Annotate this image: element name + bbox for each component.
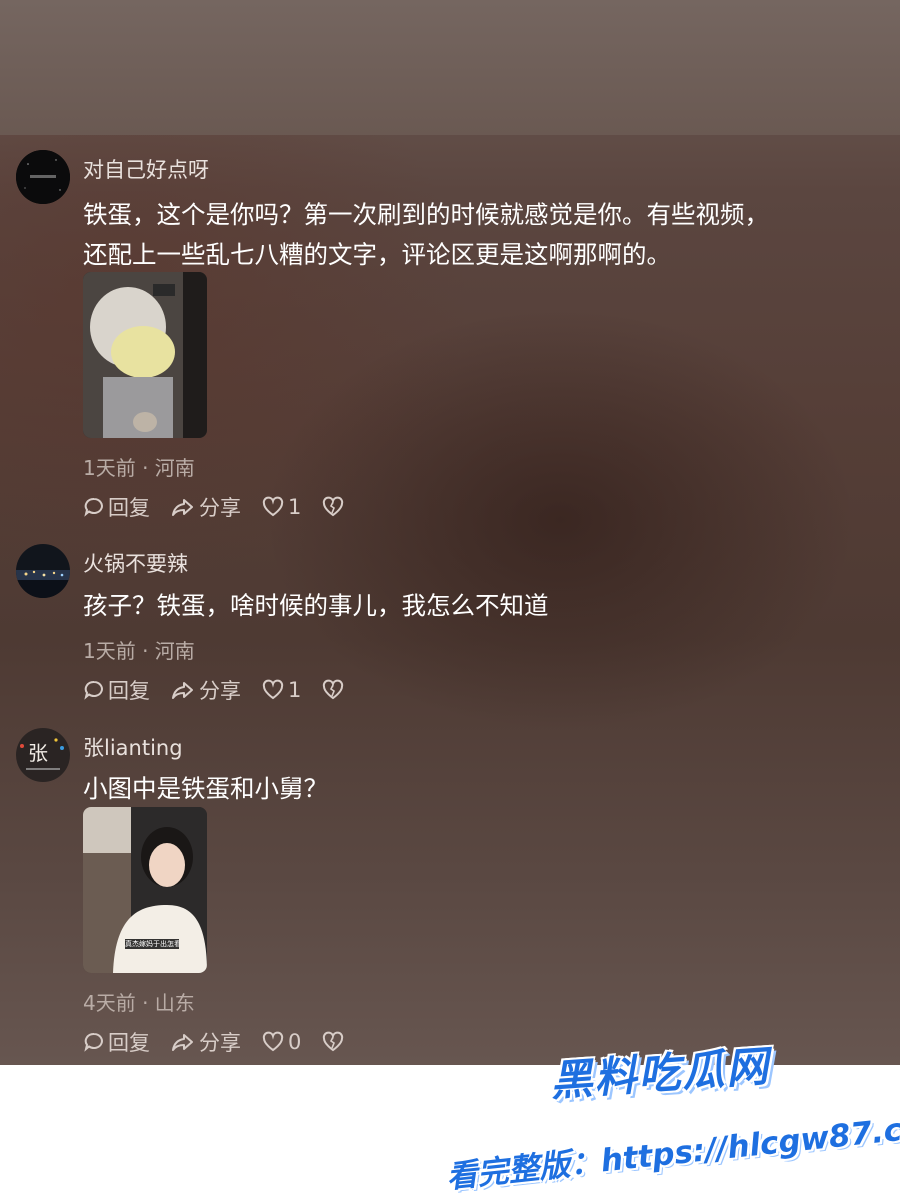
share-label: 分享 [199, 679, 241, 703]
reply-button[interactable]: 回复 [83, 1027, 150, 1057]
avatar[interactable] [16, 150, 70, 204]
comment-meta: 1天前 · 河南 [83, 639, 195, 663]
share-button[interactable]: 分享 [170, 1027, 241, 1057]
reply-button[interactable]: 回复 [83, 492, 150, 522]
like-button[interactable]: 1 [261, 495, 301, 519]
comment-actions: 回复 分享 1 [83, 492, 368, 522]
comment-text: 小图中是铁蛋和小舅？ [83, 769, 883, 809]
share-icon [172, 682, 193, 699]
like-count: 0 [288, 1030, 302, 1054]
heart-icon [262, 1031, 284, 1052]
comment-bubble-icon [84, 680, 103, 700]
comment-actions: 回复 分享 0 [83, 1027, 368, 1057]
comment-meta: 4天前 · 山东 [83, 991, 195, 1015]
watermark-title: 黑料吃瓜网 [548, 1041, 772, 1106]
comment-image[interactable]: 真杰嫁妈于出怎看 [83, 807, 207, 973]
avatar[interactable] [16, 544, 70, 598]
broken-heart-icon [323, 1031, 344, 1052]
share-icon [172, 1034, 193, 1051]
like-count: 1 [288, 678, 302, 702]
comment-text-line: 孩子？铁蛋，啥时候的事儿，我怎么不知道 [83, 591, 549, 620]
svg-text:张: 张 [28, 741, 48, 765]
video-area-top [0, 0, 900, 135]
comment-text-line: 还配上一些乱七八糟的文字，评论区更是这啊那啊的。 [83, 240, 671, 269]
broken-heart-icon [323, 679, 344, 700]
like-button[interactable]: 1 [261, 678, 301, 702]
broken-heart-icon [323, 496, 344, 517]
heart-icon [262, 679, 284, 700]
comment-username[interactable]: 对自己好点呀 [83, 154, 209, 184]
comment-text: 铁蛋，这个是你吗？第一次刷到的时候就感觉是你。有些视频， 还配上一些乱七八糟的文… [83, 195, 883, 275]
share-icon [172, 499, 193, 516]
comment-bubble-icon [84, 497, 103, 517]
share-label: 分享 [199, 1031, 241, 1055]
comment-text-line: 铁蛋，这个是你吗？第一次刷到的时候就感觉是你。有些视频， [83, 200, 769, 229]
watermark: 黑料吃瓜网 看完整版：https://hlcgw87.com [420, 1030, 900, 1200]
reply-label: 回复 [108, 679, 150, 703]
dislike-button[interactable] [321, 496, 348, 518]
comment-meta: 1天前 · 河南 [83, 456, 195, 480]
watermark-url: 看完整版：https://hlcgw87.com [444, 1106, 900, 1196]
comment-bubble-icon [84, 1032, 103, 1052]
comment-text: 孩子？铁蛋，啥时候的事儿，我怎么不知道 [83, 586, 883, 626]
comment-screen: 对自己好点呀 铁蛋，这个是你吗？第一次刷到的时候就感觉是你。有些视频， 还配上一… [0, 0, 900, 1065]
reply-button[interactable]: 回复 [83, 675, 150, 705]
comment-text-line: 小图中是铁蛋和小舅？ [83, 774, 328, 803]
dislike-button[interactable] [321, 679, 348, 701]
like-count: 1 [288, 495, 302, 519]
share-button[interactable]: 分享 [170, 492, 241, 522]
comment-username[interactable]: 张lianting [83, 732, 183, 762]
share-label: 分享 [199, 496, 241, 520]
reply-label: 回复 [108, 496, 150, 520]
dislike-button[interactable] [321, 1031, 348, 1053]
image-caption: 真杰嫁妈于出怎看 [125, 940, 179, 948]
avatar[interactable]: 张 [16, 728, 70, 782]
reply-label: 回复 [108, 1031, 150, 1055]
comment-image[interactable] [83, 272, 207, 438]
like-button[interactable]: 0 [261, 1030, 301, 1054]
comment-actions: 回复 分享 1 [83, 675, 368, 705]
share-button[interactable]: 分享 [170, 675, 241, 705]
heart-icon [262, 496, 284, 517]
comment-username[interactable]: 火锅不要辣 [83, 548, 188, 578]
